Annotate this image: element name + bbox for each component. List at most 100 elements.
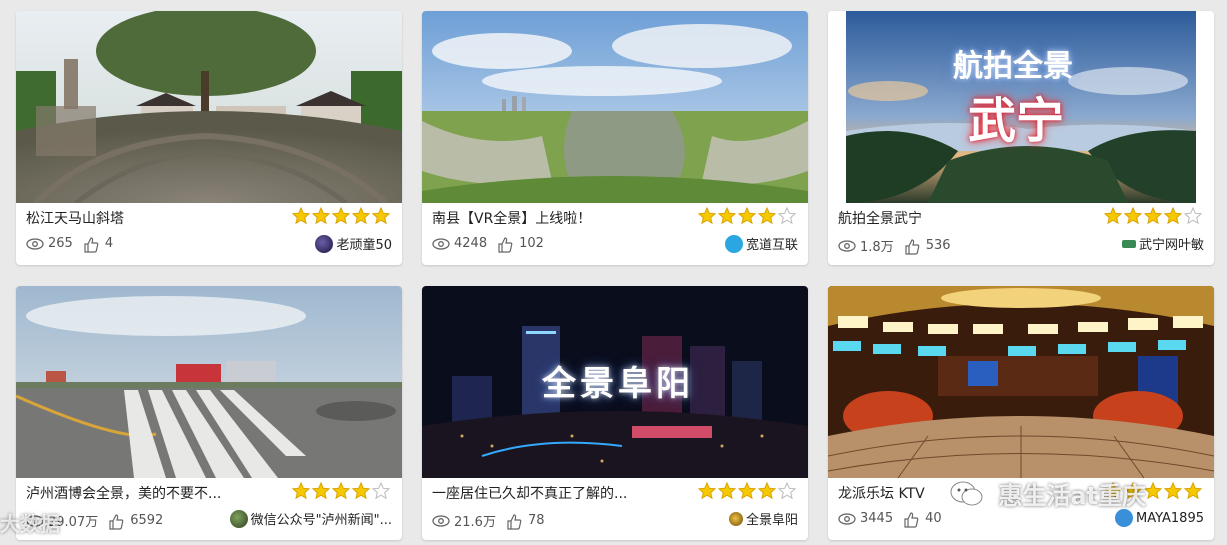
like-count: 4 <box>104 236 114 251</box>
watermark-text: 惠生活at重庆 <box>998 482 1147 510</box>
author-name[interactable]: 武宁网叶敏 <box>1139 234 1204 253</box>
author-name[interactable]: MAYA1895 <box>1136 511 1204 526</box>
overlay-title: 航拍全景 <box>953 49 1073 84</box>
rating-stars <box>697 206 797 225</box>
rating-stars <box>1103 206 1203 225</box>
card-stats: 21.6万 78 <box>432 511 545 530</box>
watermark-left-text: 大数据 <box>0 512 60 536</box>
card-title[interactable]: 南县【VR全景】上线啦！ <box>432 208 591 228</box>
wechat-icon <box>950 480 984 514</box>
like-count: 102 <box>519 236 544 251</box>
watermark-left: 大数据 <box>0 508 60 537</box>
avatar <box>1121 239 1136 248</box>
star-icon <box>697 481 717 500</box>
star-icon <box>737 481 757 500</box>
card-title[interactable]: 松江天马山斜塔 <box>26 208 124 228</box>
thumbnail-image <box>16 11 402 203</box>
author-name[interactable]: 宽道互联 <box>746 234 798 253</box>
thumbs-up-icon[interactable] <box>904 238 922 255</box>
star-icon <box>757 206 777 225</box>
panorama-thumbnail[interactable] <box>16 286 402 478</box>
card-author[interactable]: 宽道互联 <box>724 234 798 253</box>
card-author[interactable]: 武宁网叶敏 <box>1121 234 1204 253</box>
star-icon <box>311 481 331 500</box>
like-count: 6592 <box>130 513 164 528</box>
author-name[interactable]: 全景阜阳 <box>746 509 798 528</box>
overlay-title: 全景阜阳 <box>542 364 694 404</box>
author-name[interactable]: 老顽童50 <box>336 234 392 253</box>
panorama-card[interactable]: 航拍全景 武宁 航拍全景武宁 1.8万 536 武宁网叶敏 <box>828 11 1214 265</box>
panorama-thumbnail[interactable]: 航拍全景 武宁 <box>828 11 1214 203</box>
star-icon <box>1143 481 1163 500</box>
panorama-card[interactable]: 松江天马山斜塔 265 4 老顽童50 <box>16 11 402 265</box>
star-icon <box>1163 481 1183 500</box>
card-title[interactable]: 龙派乐坛 KTV <box>838 483 925 503</box>
star-icon <box>1183 206 1203 225</box>
star-icon <box>351 206 371 225</box>
panorama-thumbnail[interactable] <box>422 11 808 203</box>
eye-icon <box>432 514 450 528</box>
author-name[interactable]: 微信公众号"泸州新闻"... <box>251 509 392 528</box>
view-count: 21.6万 <box>454 515 496 530</box>
panorama-card[interactable]: 泸州酒博会全景，美的不要不... 29.07万 6592 微信公众号"泸州新闻"… <box>16 286 402 540</box>
view-count: 1.8万 <box>860 240 894 255</box>
rating-stars <box>291 206 391 225</box>
rating-stars <box>697 481 797 500</box>
eye-icon <box>432 237 450 251</box>
thumbs-up-icon[interactable] <box>497 236 515 253</box>
star-icon <box>1123 206 1143 225</box>
thumbs-up-icon[interactable] <box>108 513 126 530</box>
view-count: 4248 <box>454 236 488 251</box>
panorama-card[interactable]: 南县【VR全景】上线啦！ 4248 102 宽道互联 <box>422 11 808 265</box>
avatar <box>315 234 334 253</box>
star-icon <box>331 481 351 500</box>
star-icon <box>1163 206 1183 225</box>
star-icon <box>1183 481 1203 500</box>
card-author[interactable]: 全景阜阳 <box>728 509 798 528</box>
star-icon <box>757 481 777 500</box>
view-count: 265 <box>48 236 73 251</box>
star-icon <box>737 206 757 225</box>
panorama-thumbnail[interactable] <box>828 286 1214 478</box>
thumbs-up-icon[interactable] <box>506 513 524 530</box>
eye-icon <box>26 237 44 251</box>
card-author[interactable]: 微信公众号"泸州新闻"... <box>229 509 392 528</box>
star-icon <box>717 481 737 500</box>
star-icon <box>291 481 311 500</box>
panorama-thumbnail[interactable] <box>16 11 402 203</box>
view-count: 3445 <box>860 511 894 526</box>
star-icon <box>1143 206 1163 225</box>
thumbnail-image <box>828 286 1214 478</box>
card-title[interactable]: 一座居住已久却不真正了解的... <box>432 483 627 503</box>
star-icon <box>371 481 391 500</box>
thumbs-up-icon[interactable] <box>903 511 921 528</box>
like-count: 536 <box>925 238 951 253</box>
star-icon <box>331 206 351 225</box>
star-icon <box>371 206 391 225</box>
panorama-thumbnail[interactable]: 全景阜阳 <box>422 286 808 478</box>
card-title[interactable]: 泸州酒博会全景，美的不要不... <box>26 483 221 503</box>
thumbs-up-icon[interactable] <box>83 236 101 253</box>
star-icon <box>777 206 797 225</box>
panorama-card[interactable]: 全景阜阳 一座居住已久却不真正了解的... 21.6万 78 全景阜阳 <box>422 286 808 540</box>
eye-icon <box>838 512 856 526</box>
card-stats: 265 4 <box>26 236 114 253</box>
thumbnail-image <box>16 286 402 478</box>
avatar <box>728 511 743 526</box>
star-icon <box>291 206 311 225</box>
watermark: 惠生活at重庆 <box>950 476 1146 514</box>
card-stats: 3445 40 <box>838 511 942 528</box>
card-author[interactable]: 老顽童50 <box>315 234 392 253</box>
like-count: 40 <box>925 511 942 526</box>
card-title[interactable]: 航拍全景武宁 <box>838 208 922 228</box>
panorama-grid: 松江天马山斜塔 265 4 老顽童50 南县【VR全景】上线啦！ 4248 10… <box>0 0 1227 545</box>
rating-stars <box>291 481 391 500</box>
star-icon <box>351 481 371 500</box>
avatar <box>724 234 743 253</box>
star-icon <box>311 206 331 225</box>
overlay-subtitle: 武宁 <box>968 93 1065 149</box>
card-stats: 4248 102 <box>432 236 544 253</box>
star-icon <box>1103 206 1123 225</box>
star-icon <box>717 206 737 225</box>
eye-icon <box>838 239 856 253</box>
